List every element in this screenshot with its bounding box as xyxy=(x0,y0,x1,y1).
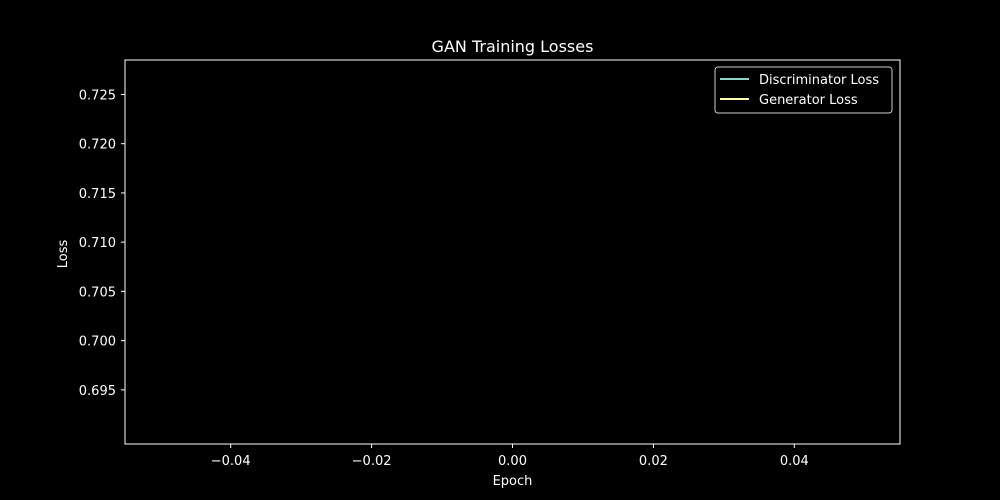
chart-title: GAN Training Losses xyxy=(432,37,594,56)
x-tick-label: 0.00 xyxy=(498,454,527,469)
y-tick-label: 0.705 xyxy=(79,285,116,300)
legend-label-generator: Generator Loss xyxy=(759,93,858,108)
chart-container: GAN Training Losses −0.04 −0.02 0.00 0.02 0.… xyxy=(0,0,1000,500)
legend-label-discriminator: Discriminator Loss xyxy=(759,73,879,88)
x-axis-ticks: −0.04 −0.02 0.00 0.02 0.04 xyxy=(211,444,809,469)
plot-area xyxy=(124,59,901,445)
chart-svg: GAN Training Losses −0.04 −0.02 0.00 0.02 0.… xyxy=(56,37,901,489)
x-axis-label: Epoch xyxy=(493,474,533,489)
y-tick-label: 0.710 xyxy=(79,236,116,251)
y-tick-label: 0.720 xyxy=(79,138,116,153)
x-tick-label: −0.04 xyxy=(211,454,251,469)
y-tick-label: 0.715 xyxy=(79,187,116,202)
x-tick-label: 0.02 xyxy=(639,454,668,469)
y-tick-label: 0.700 xyxy=(79,335,116,350)
y-tick-label: 0.695 xyxy=(79,384,116,399)
y-tick-label: 0.725 xyxy=(79,88,116,103)
legend: Discriminator Loss Generator Loss xyxy=(714,66,893,114)
y-axis-ticks: 0.695 0.700 0.705 0.710 0.715 0.720 0.725 xyxy=(79,88,125,399)
y-axis-label: Loss xyxy=(56,240,71,269)
x-tick-label: −0.02 xyxy=(352,454,392,469)
x-tick-label: 0.04 xyxy=(780,454,809,469)
